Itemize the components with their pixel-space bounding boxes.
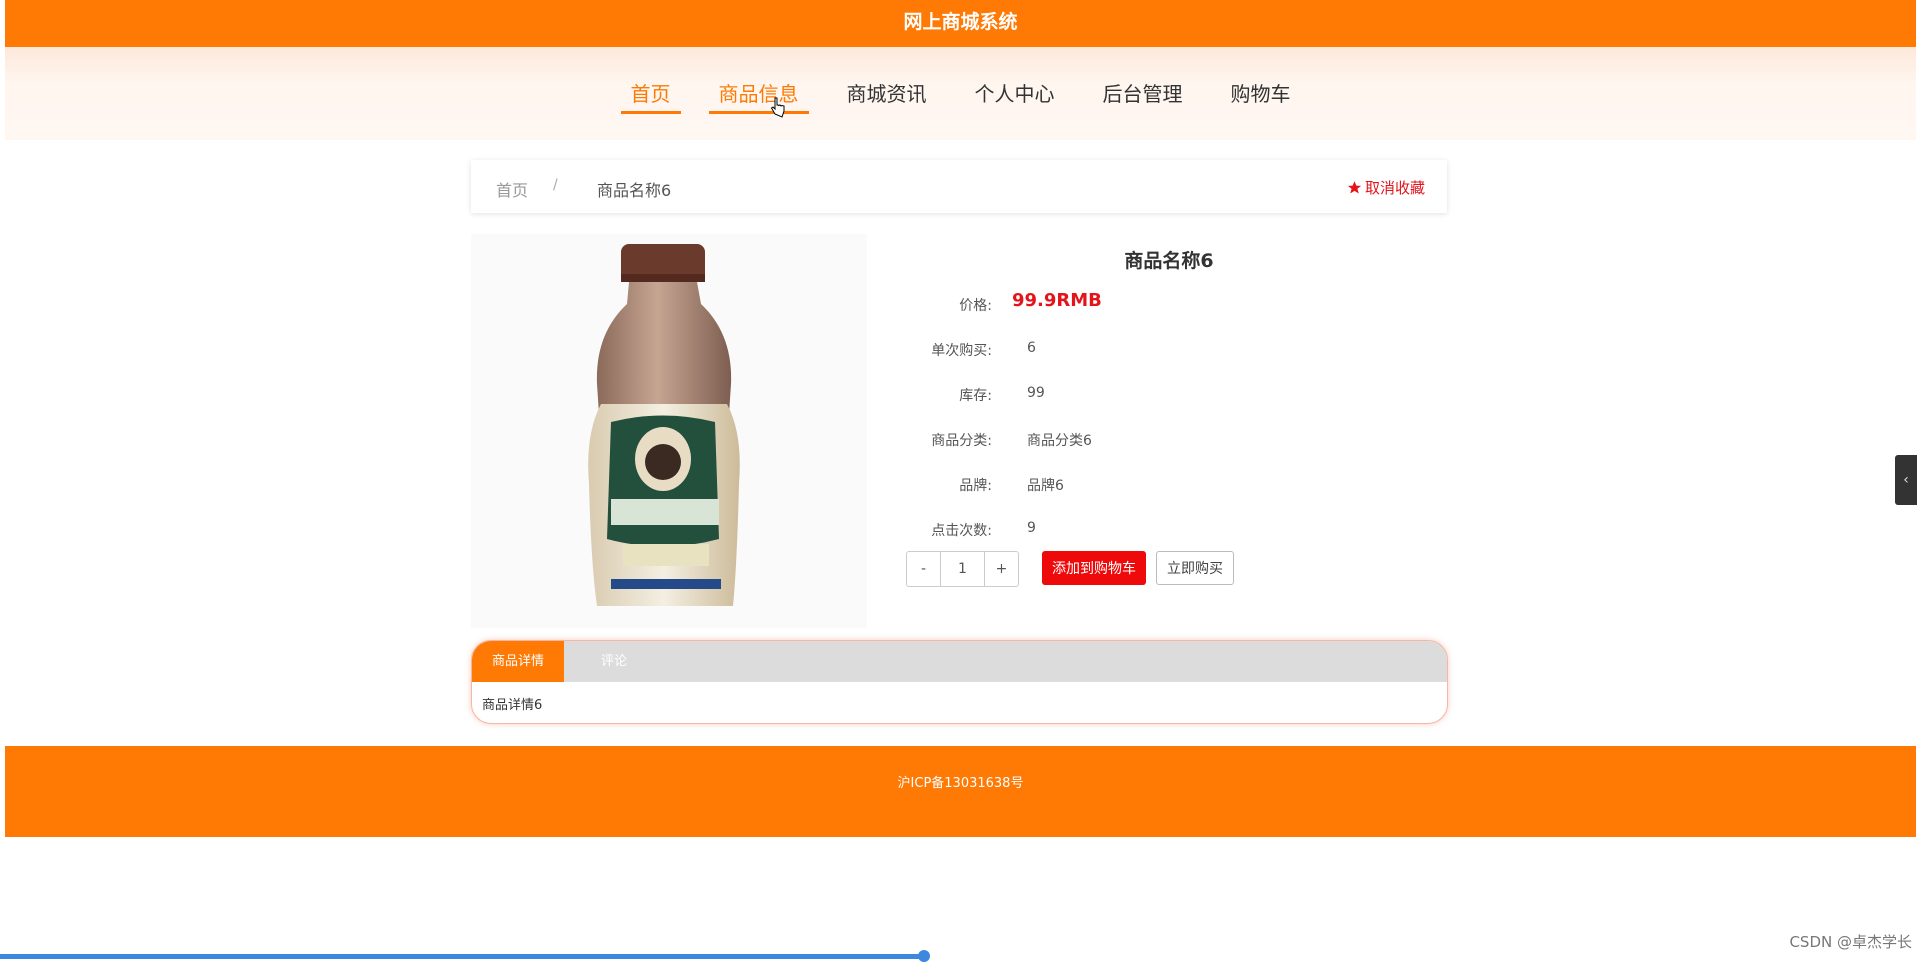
increase-button[interactable]: + xyxy=(985,552,1018,586)
decrease-button[interactable]: - xyxy=(907,552,940,586)
brand-label: 品牌: xyxy=(959,478,992,494)
stock-value: 99 xyxy=(1027,385,1045,401)
horizontal-scrollbar[interactable] xyxy=(0,954,926,959)
icp-number: 沪ICP备13031638号 xyxy=(897,776,1024,791)
chevron-left-icon: ‹ xyxy=(1903,472,1909,488)
breadcrumb-home[interactable]: 首页 xyxy=(496,177,528,201)
product-title: 商品名称6 xyxy=(1124,250,1214,272)
category-value: 商品分类6 xyxy=(1027,433,1092,449)
unfavorite-label: 取消收藏 xyxy=(1364,179,1425,197)
product-image xyxy=(471,234,867,628)
hand-cursor-icon xyxy=(770,97,785,118)
site-title: 网上商城系统 xyxy=(903,11,1018,33)
tab-details[interactable]: 商品详情 xyxy=(472,641,564,682)
nav-cart[interactable]: 购物车 xyxy=(1221,78,1301,114)
side-panel-toggle[interactable]: ‹ xyxy=(1895,455,1917,505)
nav-news[interactable]: 商城资讯 xyxy=(837,78,937,114)
click-count-row: 点击次数: 9 xyxy=(900,520,1400,544)
purchase-limit-label: 单次购买: xyxy=(931,343,992,359)
price-row: 价格: 99.9RMB xyxy=(900,290,1400,319)
purchase-limit-value: 6 xyxy=(1027,340,1036,356)
star-icon xyxy=(1347,181,1362,194)
breadcrumb: 首页 / 商品名称6 取消收藏 xyxy=(471,160,1447,213)
tab-comments[interactable]: 评论 xyxy=(564,641,664,682)
product-tabs: 商品详情 评论 商品详情6 xyxy=(471,640,1448,724)
quantity-stepper: - 1 + xyxy=(906,551,1019,587)
brand-row: 品牌: 品牌6 xyxy=(900,475,1400,499)
buy-now-button[interactable]: 立即购买 xyxy=(1156,551,1234,585)
main-nav: 首页 商品信息 商城资讯 个人中心 后台管理 购物车 xyxy=(5,78,1916,114)
nav-home[interactable]: 首页 xyxy=(620,78,681,114)
site-header: 网上商城系统 xyxy=(5,0,1916,47)
quantity-input[interactable]: 1 xyxy=(940,552,985,586)
nav-products[interactable]: 商品信息 xyxy=(708,78,809,114)
click-count-label: 点击次数: xyxy=(931,523,992,539)
click-count-value: 9 xyxy=(1027,520,1036,536)
stock-label: 库存: xyxy=(959,388,992,404)
brand-value: 品牌6 xyxy=(1027,478,1064,494)
stock-row: 库存: 99 xyxy=(900,385,1400,409)
purchase-limit-row: 单次购买: 6 xyxy=(900,340,1400,364)
category-label: 商品分类: xyxy=(931,433,992,449)
breadcrumb-current: 商品名称6 xyxy=(597,181,672,200)
tab-bar: 商品详情 评论 xyxy=(472,641,1447,682)
watermark: CSDN @卓杰学长 xyxy=(1789,933,1912,951)
tab-content: 商品详情6 xyxy=(482,698,543,713)
price-label: 价格: xyxy=(959,298,992,314)
add-to-cart-button[interactable]: 添加到购物车 xyxy=(1042,551,1146,585)
milk-coffee-bottle-image xyxy=(471,234,867,628)
scrollbar-handle[interactable] xyxy=(918,950,930,962)
breadcrumb-separator: / xyxy=(553,177,558,193)
main-nav-bar: 首页 商品信息 商城资讯 个人中心 后台管理 购物车 xyxy=(5,47,1916,140)
nav-personal-center[interactable]: 个人中心 xyxy=(965,78,1065,114)
category-row: 商品分类: 商品分类6 xyxy=(900,430,1400,454)
unfavorite-button[interactable]: 取消收藏 xyxy=(1347,177,1425,198)
site-footer: 沪ICP备13031638号 xyxy=(5,746,1916,837)
nav-admin[interactable]: 后台管理 xyxy=(1093,78,1193,114)
price-value: 99.9RMB xyxy=(1012,290,1102,311)
